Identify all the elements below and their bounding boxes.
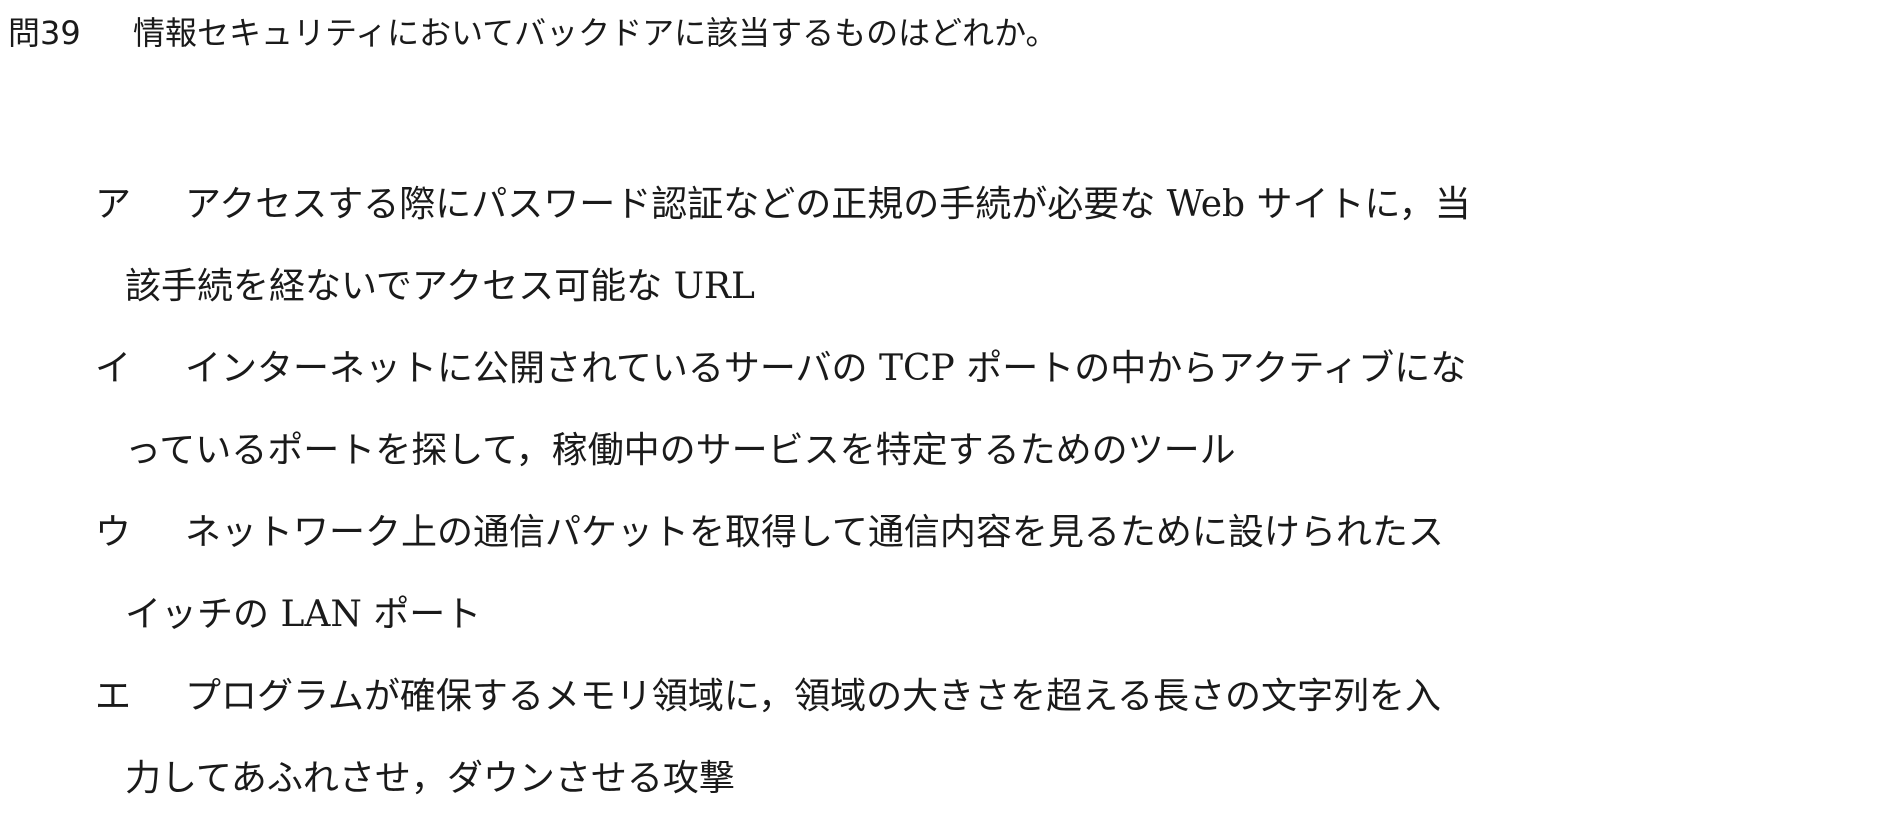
question-text: 情報セキュリティにおいてバックドアに該当するものはどれか。 <box>133 14 1058 52</box>
option-line: アクセスする際にパスワード認証などの正規の手続が必要な Web サイトに，当 <box>185 184 1471 225</box>
question-number: 問39 <box>8 14 81 52</box>
option-marker: ウ <box>95 512 132 553</box>
option-line: インターネットに公開されているサーバの TCP ポートの中からアクティブにな <box>185 348 1467 389</box>
option-line: っているポートを探して，稼働中のサービスを特定するためのツール <box>125 430 1236 471</box>
answer-options: ア アクセスする際にパスワード認証などの正規の手続が必要な Web サイトに，当… <box>95 164 1715 820</box>
option-c[interactable]: ウ ネットワーク上の通信パケットを取得して通信内容を見るために設けられたス イッ… <box>95 492 1715 656</box>
option-d[interactable]: エ プログラムが確保するメモリ領域に，領域の大きさを超える長さの文字列を入 力し… <box>95 656 1715 820</box>
option-line: プログラムが確保するメモリ領域に，領域の大きさを超える長さの文字列を入 <box>185 676 1442 717</box>
option-text: ネットワーク上の通信パケットを取得して通信内容を見るために設けられたス イッチの… <box>125 492 1715 656</box>
option-a[interactable]: ア アクセスする際にパスワード認証などの正規の手続が必要な Web サイトに，当… <box>95 164 1715 328</box>
option-line: ネットワーク上の通信パケットを取得して通信内容を見るために設けられたス <box>185 512 1444 553</box>
exam-question-page: 問39 情報セキュリティにおいてバックドアに該当するものはどれか。 ア アクセス… <box>0 0 1903 824</box>
option-b[interactable]: イ インターネットに公開されているサーバの TCP ポートの中からアクティブにな… <box>95 328 1715 492</box>
option-marker: イ <box>95 348 132 389</box>
option-line: 力してあふれさせ，ダウンさせる攻撃 <box>125 758 735 799</box>
question-header: 問39 情報セキュリティにおいてバックドアに該当するものはどれか。 <box>8 4 1057 62</box>
option-text: インターネットに公開されているサーバの TCP ポートの中からアクティブにな っ… <box>125 328 1715 492</box>
option-text: プログラムが確保するメモリ領域に，領域の大きさを超える長さの文字列を入 力してあ… <box>125 656 1715 820</box>
option-marker: エ <box>95 676 132 717</box>
option-line: 該手続を経ないでアクセス可能な URL <box>125 266 755 307</box>
option-text: アクセスする際にパスワード認証などの正規の手続が必要な Web サイトに，当 該… <box>125 164 1715 328</box>
option-marker: ア <box>95 184 132 225</box>
option-line: イッチの LAN ポート <box>125 594 482 635</box>
